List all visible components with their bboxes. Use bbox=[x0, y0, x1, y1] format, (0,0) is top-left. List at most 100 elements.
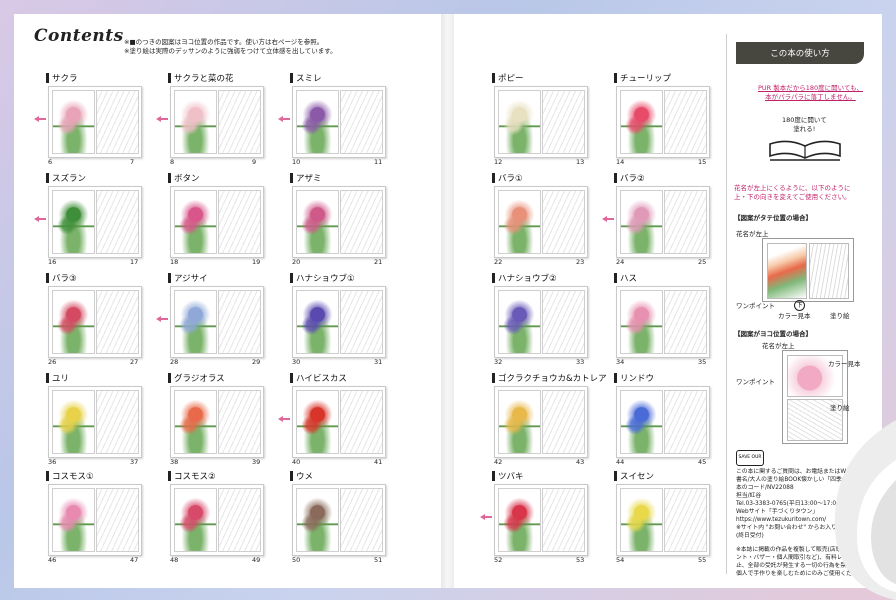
page-number-left: 10 bbox=[292, 158, 301, 166]
color-sample-page bbox=[498, 390, 541, 454]
entry-thumbnail bbox=[292, 286, 386, 358]
page-number-right: 7 bbox=[130, 158, 135, 166]
color-sample-page bbox=[620, 488, 663, 552]
entry-label: サクラ bbox=[46, 72, 78, 84]
coloring-page bbox=[664, 488, 707, 552]
contents-notes: ※■のつきの図案はヨコ位置の作品です。使い方は右ページを参照。 ※塗り絵は実際の… bbox=[124, 38, 337, 56]
tate-color-sample bbox=[767, 243, 807, 299]
coloring-page bbox=[542, 290, 585, 354]
bottom-marker-icon: 下 bbox=[794, 300, 805, 311]
contents-entry: バラ② 24 25 bbox=[602, 172, 726, 268]
entry-thumbnail bbox=[170, 484, 264, 556]
tate-label-color: カラー見本 bbox=[778, 312, 811, 320]
page-number-right: 31 bbox=[374, 358, 383, 366]
entry-label: ボタン bbox=[168, 172, 200, 184]
page-number-right: 19 bbox=[252, 258, 261, 266]
contents-entry: サクラ 6 7 bbox=[34, 72, 158, 168]
contents-entry: ハス 34 35 bbox=[614, 272, 726, 368]
entry-thumbnail bbox=[48, 186, 142, 258]
contents-entry: スズラン 16 17 bbox=[34, 172, 158, 268]
page-number-left: 42 bbox=[494, 458, 503, 466]
page-number-left: 14 bbox=[616, 158, 625, 166]
tate-coloring-page bbox=[809, 243, 849, 299]
color-sample-page bbox=[296, 90, 339, 154]
color-sample-page bbox=[620, 90, 663, 154]
contents-entry: チューリップ 14 15 bbox=[614, 72, 726, 168]
page-number-left: 44 bbox=[616, 458, 625, 466]
page-number-left: 22 bbox=[494, 258, 503, 266]
contents-title: Contents bbox=[34, 26, 124, 46]
page-number-left: 26 bbox=[48, 358, 57, 366]
entry-label: ハス bbox=[614, 272, 637, 284]
page-number-left: 12 bbox=[494, 158, 503, 166]
page-number-left: 16 bbox=[48, 258, 57, 266]
page-number-left: 30 bbox=[292, 358, 301, 366]
coloring-page bbox=[664, 390, 707, 454]
color-sample-page bbox=[620, 190, 663, 254]
entry-thumbnail bbox=[616, 484, 710, 556]
page-number-left: 18 bbox=[170, 258, 179, 266]
color-sample-page bbox=[296, 390, 339, 454]
page-number-left: 28 bbox=[170, 358, 179, 366]
entry-thumbnail bbox=[170, 386, 264, 458]
usage-line: 上・下の向きを変えてご使用ください。 bbox=[734, 193, 851, 201]
entry-thumbnail bbox=[616, 186, 710, 258]
logo-badge: SAVE OUR bbox=[736, 450, 764, 466]
page-number-right: 29 bbox=[252, 358, 261, 366]
entry-label: グラジオラス bbox=[168, 372, 225, 384]
coloring-page bbox=[664, 190, 707, 254]
open-text: 180度に開いて 塗れる! bbox=[782, 116, 827, 134]
book-gutter bbox=[441, 14, 455, 588]
entry-thumbnail bbox=[616, 86, 710, 158]
coloring-page bbox=[218, 290, 261, 354]
entry-thumbnail bbox=[292, 186, 386, 258]
contents-entry: サクラと菜の花 8 9 bbox=[156, 72, 280, 168]
yoko-heading: 【図案がヨコ位置の場合】 bbox=[734, 330, 812, 338]
coloring-page bbox=[218, 488, 261, 552]
page-number-left: 32 bbox=[494, 358, 503, 366]
entry-label: コスモス① bbox=[46, 470, 94, 482]
page-number-right: 27 bbox=[130, 358, 139, 366]
page-number-right: 23 bbox=[576, 258, 585, 266]
color-sample-page bbox=[498, 90, 541, 154]
entry-label: ポピー bbox=[492, 72, 524, 84]
page-number-right: 53 bbox=[576, 556, 585, 564]
contents-entry: リンドウ 44 45 bbox=[614, 372, 726, 468]
entry-label: ゴクラクチョウカ&カトレア bbox=[492, 372, 607, 384]
contents-entry: グラジオラス 38 39 bbox=[168, 372, 280, 468]
page-number-left: 20 bbox=[292, 258, 301, 266]
landscape-arrow-icon bbox=[34, 216, 46, 222]
coloring-page bbox=[664, 290, 707, 354]
contents-entry: スミレ 10 11 bbox=[278, 72, 402, 168]
contents-entry: ツバキ 52 53 bbox=[480, 470, 604, 566]
contents-entry: ボタン 18 19 bbox=[168, 172, 280, 268]
entry-thumbnail bbox=[170, 86, 264, 158]
book-spread: Contents ※■のつきの図案はヨコ位置の作品です。使い方は右ページを参照。… bbox=[0, 0, 896, 600]
contents-entry: コスモス① 46 47 bbox=[46, 470, 158, 566]
page-number-left: 38 bbox=[170, 458, 179, 466]
coloring-page bbox=[340, 290, 383, 354]
note-line: ※■のつきの図案はヨコ位置の作品です。使い方は右ページを参照。 bbox=[124, 38, 324, 46]
entry-thumbnail bbox=[494, 484, 588, 556]
entry-label: ウメ bbox=[290, 470, 313, 482]
color-sample-page bbox=[620, 390, 663, 454]
landscape-arrow-icon bbox=[34, 116, 46, 122]
landscape-arrow-icon bbox=[156, 316, 168, 322]
entry-thumbnail bbox=[616, 386, 710, 458]
color-sample-page bbox=[174, 90, 217, 154]
sidebar-divider bbox=[726, 34, 727, 574]
entry-thumbnail bbox=[616, 286, 710, 358]
coloring-page bbox=[340, 390, 383, 454]
page-number-left: 48 bbox=[170, 556, 179, 564]
entry-label: バラ① bbox=[492, 172, 523, 184]
entry-label: スズラン bbox=[46, 172, 86, 184]
contents-entry: アジサイ 28 29 bbox=[156, 272, 280, 368]
open-line: 塗れる! bbox=[793, 125, 816, 133]
pur-line: 本がパラパラに落丁しません。 bbox=[765, 93, 856, 101]
page-number-right: 45 bbox=[698, 458, 707, 466]
page-number-right: 47 bbox=[130, 556, 139, 564]
entry-label: アザミ bbox=[290, 172, 322, 184]
page-number-right: 33 bbox=[576, 358, 585, 366]
landscape-arrow-icon bbox=[278, 116, 290, 122]
color-sample-page bbox=[498, 488, 541, 552]
